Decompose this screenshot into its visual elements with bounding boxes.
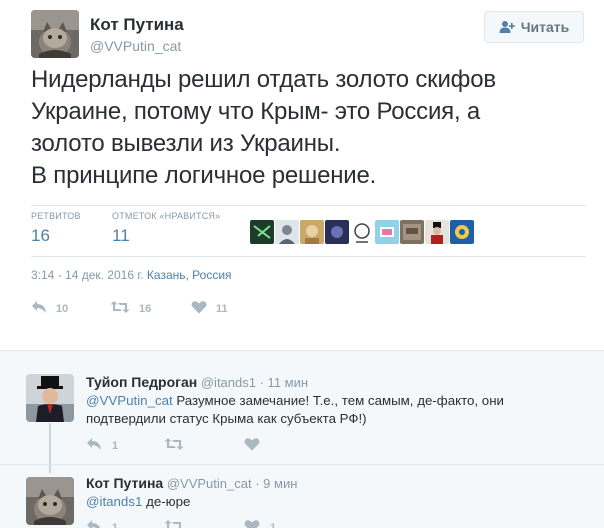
tweet-timestamp[interactable]: 3:14 - 14 дек. 2016 г. (31, 268, 144, 282)
tweet-text-line: В принципе логичное решение. (31, 162, 377, 189)
tweet-text-line: Украине, потому что Крым- это Россия, а (31, 98, 481, 125)
retweets-label: РЕТВИТОВ (31, 211, 81, 221)
reply-count: 1 (112, 439, 119, 452)
retweet-button[interactable] (164, 437, 194, 454)
reply-mention[interactable]: @VVPutin_cat (86, 393, 173, 408)
reply-icon (86, 519, 102, 528)
reply-author-handle[interactable]: @VVPutin_cat (167, 476, 252, 491)
author-avatar[interactable] (31, 10, 79, 58)
likers-avatars (250, 220, 474, 244)
main-tweet: Кот Путина @VVPutin_cat Читать Нидерланд… (0, 0, 604, 350)
retweets-stat[interactable]: РЕТВИТОВ 16 (31, 211, 81, 246)
reply-icon (86, 437, 102, 454)
heart-icon (191, 300, 207, 317)
retweet-button[interactable] (164, 519, 194, 528)
likes-value: 11 (112, 226, 130, 245)
likes-label: ОТМЕТОК «НРАВИТСЯ» (112, 211, 221, 221)
heart-icon (244, 519, 260, 528)
reply-avatar[interactable] (26, 374, 74, 422)
tweet-text-line: Нидерланды решил отдать золото скифов (31, 66, 496, 93)
reply-button[interactable]: 1 (86, 519, 118, 528)
tweet-location[interactable]: Казань, Россия (147, 268, 232, 282)
liker-avatar[interactable] (425, 220, 449, 244)
retweets-value: 16 (31, 226, 50, 245)
reply-count: 1 (112, 521, 119, 528)
liker-avatar[interactable] (375, 220, 399, 244)
like-button[interactable]: 11 (191, 300, 228, 317)
liker-avatar[interactable] (325, 220, 349, 244)
liker-avatar[interactable] (300, 220, 324, 244)
reply-mention[interactable]: @itands1 (86, 494, 142, 509)
retweet-button[interactable]: 16 (110, 300, 151, 317)
retweet-count: 16 (139, 302, 152, 315)
like-button[interactable] (244, 437, 270, 454)
reply-author-name[interactable]: Туйоп Педроган (86, 374, 197, 390)
tweet-text-line: золото вывезли из Украины. (31, 130, 341, 157)
reply-text-part: де-юре (142, 494, 191, 509)
reply-header: Кот Путина @VVPutin_cat · 9 мин (86, 475, 297, 491)
reply-text: @VVPutin_cat Разумное замечание! Т.е., т… (86, 392, 596, 428)
follow-button[interactable]: Читать (484, 11, 584, 43)
tweet-text: Нидерланды решил отдать золото скифов Ук… (31, 64, 591, 192)
thread-line (49, 423, 51, 473)
reply-button[interactable]: 1 (86, 437, 118, 454)
heart-icon (244, 437, 260, 454)
reply-avatar[interactable] (26, 477, 74, 525)
reply-time[interactable]: · 11 мин (260, 375, 308, 390)
divider (31, 256, 586, 257)
retweet-icon (164, 519, 184, 528)
follow-label: Читать (520, 19, 570, 35)
liker-avatar[interactable] (400, 220, 424, 244)
reply-time[interactable]: · 9 мин (255, 476, 297, 491)
add-user-icon (499, 20, 515, 34)
like-count: 1 (270, 521, 277, 528)
reply-divider (0, 464, 604, 465)
author-handle[interactable]: @VVPutin_cat (90, 38, 181, 54)
divider (31, 205, 586, 206)
reply-header: Туйоп Педроган @itands1 · 11 мин (86, 374, 308, 390)
reply-author-handle[interactable]: @itands1 (201, 375, 256, 390)
reply-icon (31, 300, 47, 317)
reply-text-part: Разумное замечание! Т.е., тем самым, де-… (172, 393, 504, 408)
like-count: 11 (216, 302, 228, 315)
liker-avatar[interactable] (250, 220, 274, 244)
retweet-icon (164, 437, 184, 454)
author-name[interactable]: Кот Путина (90, 15, 184, 35)
reply-button[interactable]: 10 (31, 300, 68, 317)
liker-avatar[interactable] (275, 220, 299, 244)
reply-count: 10 (56, 302, 69, 315)
reply-text-line: подтвердили статус Крыма как субъекта РФ… (86, 411, 367, 426)
reply-author-name[interactable]: Кот Путина (86, 475, 163, 491)
retweet-icon (110, 300, 130, 317)
likes-stat[interactable]: ОТМЕТОК «НРАВИТСЯ» 11 (112, 211, 220, 246)
liker-avatar[interactable] (350, 220, 374, 244)
liker-avatar[interactable] (450, 220, 474, 244)
like-button[interactable]: 1 (244, 519, 276, 528)
reply-text: @itands1 де-юре (86, 493, 596, 511)
tweet-meta: 3:14 - 14 дек. 2016 г. Казань, Россия (31, 268, 232, 282)
